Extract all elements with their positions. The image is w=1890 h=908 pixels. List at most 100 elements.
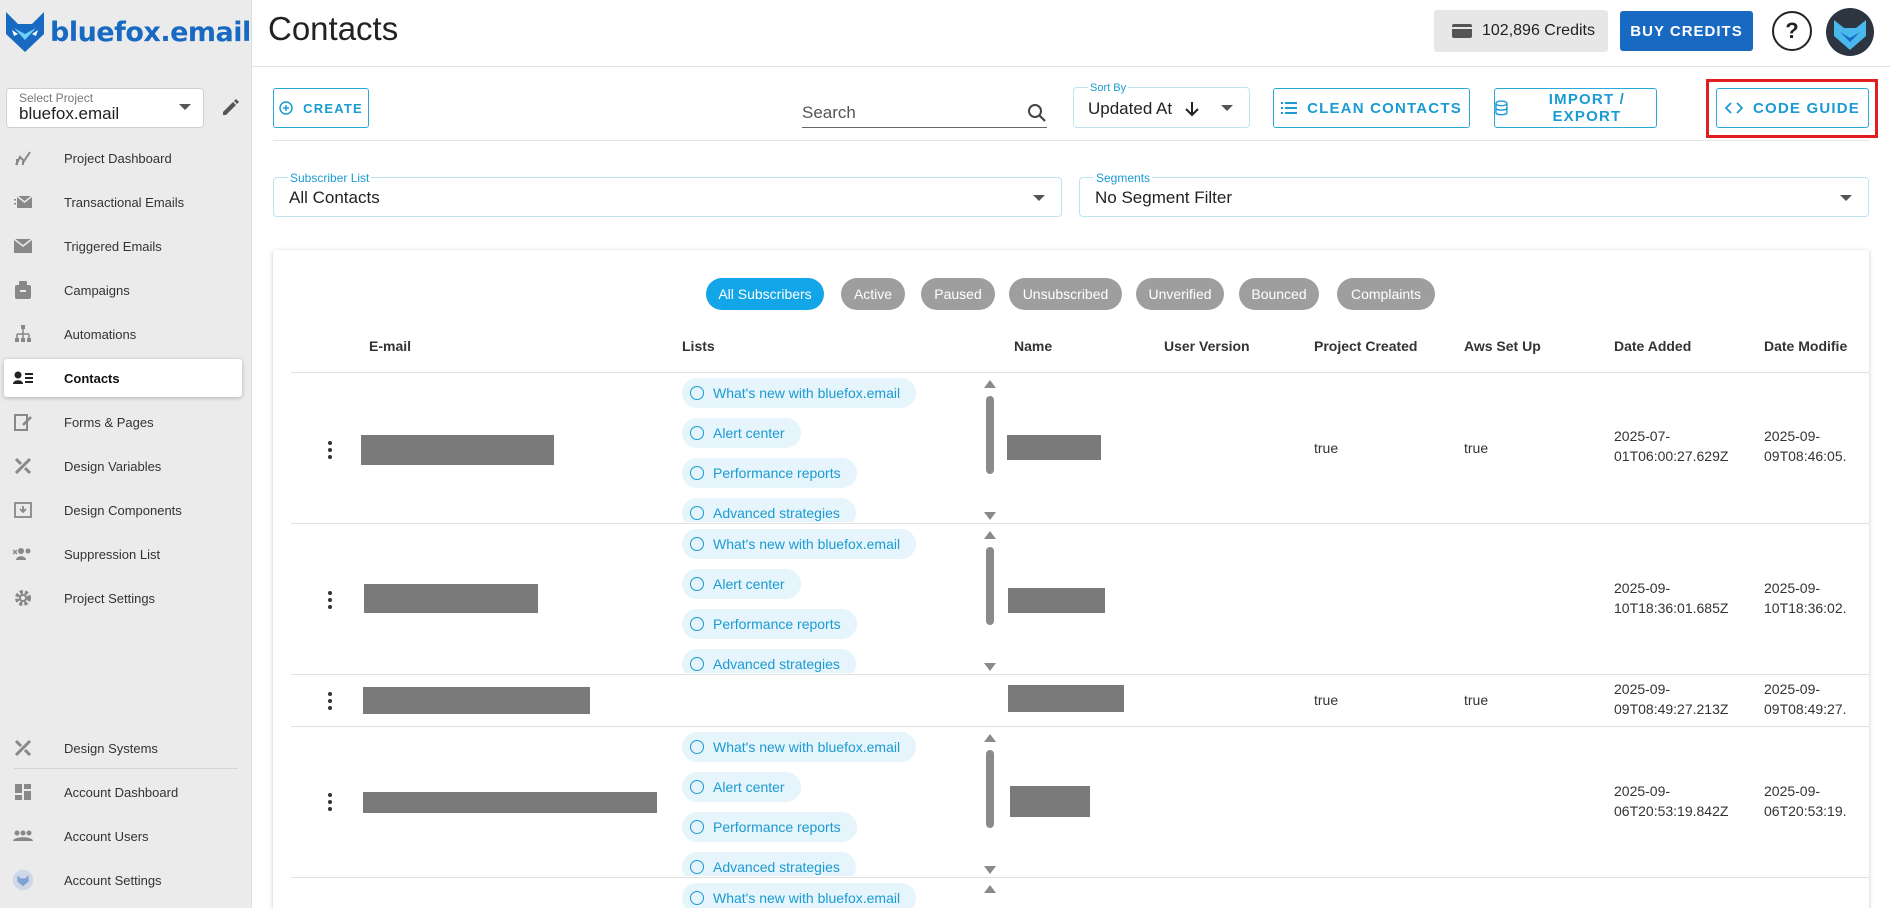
circle-icon [690, 466, 704, 480]
scroll-down-icon[interactable] [984, 663, 996, 671]
create-button-label: CREATE [303, 100, 363, 116]
project-select[interactable]: Select Project bluefox.email [6, 88, 204, 128]
list-chip[interactable]: Advanced strategies [682, 852, 856, 876]
create-button[interactable]: CREATE [273, 88, 369, 128]
scroll-thumb[interactable] [986, 396, 994, 474]
sidebar-item-automations[interactable]: Automations [4, 315, 242, 353]
sidebar: bluefox.email Select Project bluefox.ema… [0, 0, 252, 908]
list-chip[interactable]: Alert center [682, 418, 801, 448]
circle-icon [690, 820, 704, 834]
list-chip[interactable]: Alert center [682, 569, 801, 599]
design-tools-icon [12, 737, 34, 759]
scroll-down-icon[interactable] [984, 512, 996, 520]
import-export-button[interactable]: IMPORT / EXPORT [1494, 88, 1657, 128]
list-chip[interactable]: Advanced strategies [682, 649, 856, 673]
clean-contacts-button[interactable]: CLEAN CONTACTS [1273, 88, 1470, 128]
search-input[interactable] [802, 100, 1012, 126]
aws-set-up-value: true [1464, 440, 1489, 456]
project-created-value: true [1314, 692, 1339, 708]
list-chip[interactable]: Performance reports [682, 458, 857, 488]
lists-scrollbar[interactable] [983, 885, 997, 908]
logo[interactable]: bluefox.email [4, 4, 251, 60]
redacted-name [1007, 435, 1101, 460]
sidebar-item-transactional-emails[interactable]: Transactional Emails [4, 183, 242, 221]
sidebar-item-suppression-list[interactable]: Suppression List [4, 535, 242, 573]
list-chip[interactable]: Performance reports [682, 609, 857, 639]
list-chip-label: Advanced strategies [713, 859, 840, 875]
chip-unsubscribed[interactable]: Unsubscribed [1009, 278, 1122, 310]
sort-by-select[interactable]: Sort By Updated At [1073, 82, 1250, 128]
sidebar-item-campaigns[interactable]: Campaigns [4, 271, 242, 309]
search-field[interactable] [802, 100, 1047, 128]
row-menu-icon[interactable] [322, 689, 338, 713]
list-chip[interactable]: Performance reports [682, 812, 857, 842]
help-button[interactable]: ? [1772, 11, 1812, 51]
chip-active[interactable]: Active [841, 278, 905, 310]
buy-credits-button[interactable]: BUY CREDITS [1620, 11, 1753, 51]
list-chip[interactable]: What's new with bluefox.email [682, 378, 917, 408]
chip-bounced[interactable]: Bounced [1239, 278, 1319, 310]
credit-card-icon [1452, 24, 1472, 38]
column-header-lists[interactable]: Lists [682, 338, 715, 354]
arrow-down-icon[interactable] [1184, 100, 1200, 118]
list-chip[interactable]: Alert center [682, 772, 801, 802]
subscriber-list-select[interactable]: Subscriber List All Contacts [273, 171, 1062, 217]
sidebar-item-triggered-emails[interactable]: Triggered Emails [4, 227, 242, 265]
scroll-up-icon[interactable] [984, 380, 996, 388]
scroll-down-icon[interactable] [984, 866, 996, 874]
row-lists: What's new with bluefox.email Alert cent… [682, 529, 982, 673]
sidebar-item-label: Project Dashboard [64, 150, 172, 166]
sidebar-item-project-settings[interactable]: Project Settings [4, 579, 242, 617]
sidebar-item-design-components[interactable]: Design Components [4, 491, 242, 529]
list-chip[interactable]: What's new with bluefox.email [682, 732, 917, 762]
edit-project-button[interactable] [220, 96, 242, 118]
list-chip-label: Performance reports [713, 465, 841, 481]
list-chip[interactable]: What's new with bluefox.email [682, 529, 917, 559]
project-select-label: Select Project [19, 91, 94, 105]
lists-scrollbar[interactable] [983, 734, 997, 874]
sidebar-item-forms-pages[interactable]: Forms & Pages [4, 403, 242, 441]
column-header-aws-set-up[interactable]: Aws Set Up [1464, 338, 1541, 354]
search-icon[interactable] [1027, 103, 1047, 123]
scroll-thumb[interactable] [986, 750, 994, 828]
chip-unverified[interactable]: Unverified [1136, 278, 1224, 310]
sidebar-item-label: Account Users [64, 828, 149, 844]
date-added-value: 2025-09- 06T20:53:19.842Z [1614, 783, 1729, 819]
scroll-up-icon[interactable] [984, 885, 996, 893]
date-added-value: 2025-07- 01T06:00:27.629Z [1614, 428, 1729, 464]
row-menu-icon[interactable] [322, 438, 338, 462]
column-header-date-modified[interactable]: Date Modifie [1764, 338, 1869, 354]
sidebar-item-project-dashboard[interactable]: Project Dashboard [4, 139, 242, 177]
column-header-user-version[interactable]: User Version [1164, 338, 1250, 354]
chip-complaints[interactable]: Complaints [1337, 278, 1435, 310]
dashboard-icon [12, 781, 34, 803]
row-divider [291, 877, 1869, 878]
sidebar-item-label: Forms & Pages [64, 414, 154, 430]
segments-select[interactable]: Segments No Segment Filter [1079, 171, 1869, 217]
list-chip[interactable]: Advanced strategies [682, 498, 856, 522]
sidebar-item-account-dashboard[interactable]: Account Dashboard [4, 773, 242, 811]
chip-paused[interactable]: Paused [921, 278, 995, 310]
sidebar-item-label: Contacts [64, 370, 120, 386]
sidebar-item-contacts[interactable]: Contacts [4, 359, 242, 397]
scroll-up-icon[interactable] [984, 734, 996, 742]
lists-scrollbar[interactable] [983, 531, 997, 671]
list-chip[interactable]: What's new with bluefox.email [682, 883, 917, 908]
sidebar-item-design-variables[interactable]: Design Variables [4, 447, 242, 485]
sidebar-item-account-users[interactable]: Account Users [4, 817, 242, 855]
row-menu-icon[interactable] [322, 790, 338, 814]
avatar[interactable] [1826, 8, 1874, 56]
column-header-date-added[interactable]: Date Added [1614, 338, 1691, 354]
row-divider [291, 523, 1869, 524]
lists-scrollbar[interactable] [983, 380, 997, 520]
column-header-email[interactable]: E-mail [369, 338, 411, 354]
column-header-project-created[interactable]: Project Created [1314, 338, 1417, 354]
scroll-thumb[interactable] [986, 547, 994, 625]
scroll-up-icon[interactable] [984, 531, 996, 539]
column-header-name[interactable]: Name [1014, 338, 1052, 354]
redacted-email [361, 435, 554, 465]
sidebar-item-design-systems[interactable]: Design Systems [4, 729, 242, 767]
sidebar-item-account-settings[interactable]: Account Settings [4, 861, 242, 899]
row-menu-icon[interactable] [322, 588, 338, 612]
chip-all-subscribers[interactable]: All Subscribers [706, 278, 824, 310]
